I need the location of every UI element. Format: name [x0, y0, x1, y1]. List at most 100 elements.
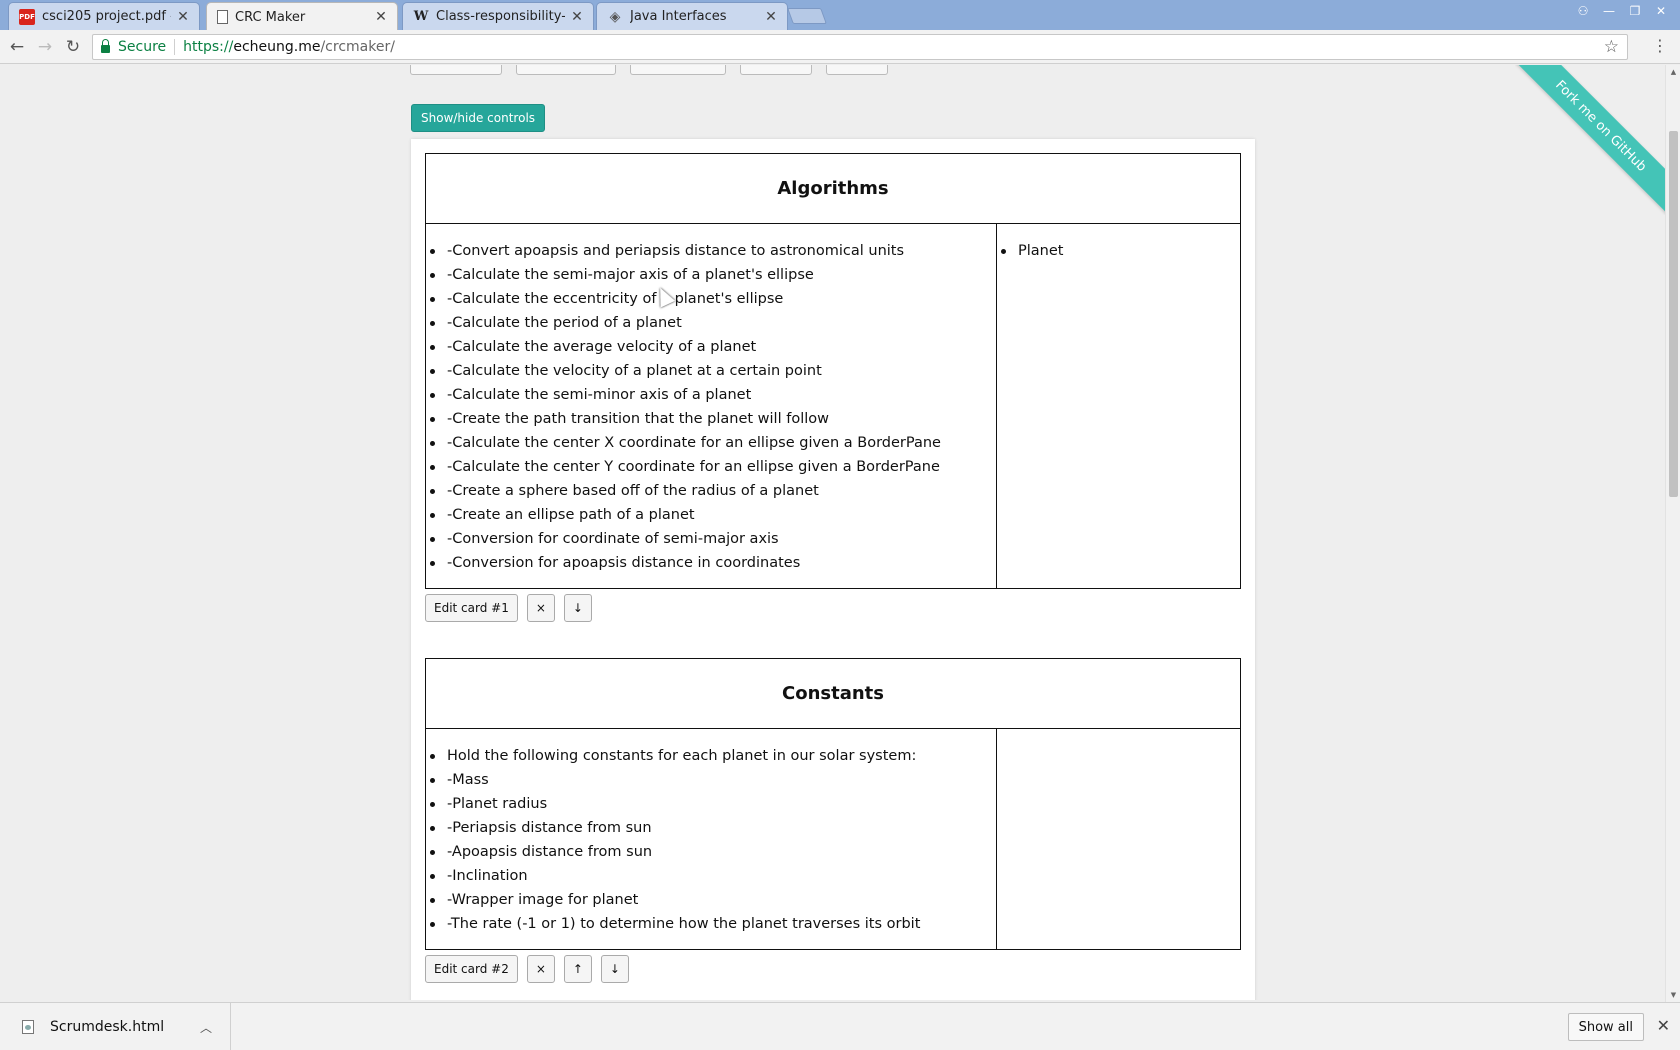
tab-label: Java Interfaces — [630, 9, 727, 24]
page-viewport: Show/hide controls Algorithms -Convert a… — [0, 65, 1665, 1000]
address-bar[interactable]: Secure https:// echeung.me /crcmaker/ ☆ — [92, 34, 1628, 60]
move-down-button[interactable]: ↓ — [563, 594, 592, 622]
window-controls: ⚇ — ❐ ✕ — [1570, 2, 1674, 20]
control-button[interactable] — [630, 65, 726, 75]
collaborators-column: Planet — [997, 224, 1240, 588]
responsibility-item: Hold the following constants for each pl… — [426, 744, 996, 768]
card-actions: Edit card #1 × ↓ — [425, 594, 592, 622]
responsibility-item: -Create the path transition that the pla… — [426, 407, 996, 431]
close-icon[interactable]: ✕ — [569, 9, 585, 25]
crc-card: Constants Hold the following constants f… — [425, 658, 1241, 950]
tab-csci205-project[interactable]: PDF csci205 project.pdf - ✕ — [8, 2, 200, 30]
download-file-name: Scrumdesk.html — [50, 1019, 165, 1035]
control-button[interactable] — [826, 65, 888, 75]
responsibility-item: -Mass — [426, 768, 996, 792]
html-file-icon — [22, 1020, 34, 1034]
fork-on-github-link[interactable]: Fork me on GitHub — [1515, 65, 1665, 215]
tab-java-interfaces[interactable]: ◈ Java Interfaces ✕ — [596, 2, 788, 30]
secure-label: Secure — [118, 39, 167, 55]
delete-card-button[interactable]: × — [526, 594, 555, 622]
responsibilities-column: Hold the following constants for each pl… — [426, 729, 997, 949]
profile-icon[interactable]: ⚇ — [1570, 2, 1596, 20]
close-icon[interactable]: ✕ — [373, 9, 389, 25]
control-button[interactable] — [516, 65, 616, 75]
responsibility-item: -Calculate the velocity of a planet at a… — [426, 359, 996, 383]
edit-card-button[interactable]: Edit card #2 — [425, 955, 518, 983]
chevron-up-icon[interactable]: ︿ — [200, 1019, 212, 1036]
responsibilities-list: Hold the following constants for each pl… — [426, 744, 996, 936]
wikipedia-icon: W — [413, 9, 429, 24]
minimize-icon[interactable]: — — [1596, 2, 1622, 20]
responsibility-item: -Create a sphere based off of the radius… — [426, 479, 996, 503]
java-icon: ◈ — [609, 8, 621, 25]
download-shelf: Scrumdesk.html ︿ Show all ✕ — [0, 1002, 1680, 1050]
responsibility-item: -Conversion for apoapsis distance in coo… — [426, 551, 996, 575]
responsibility-item: -Apoapsis distance from sun — [426, 840, 996, 864]
responsibility-item: -Calculate the center Y coordinate for a… — [426, 455, 996, 479]
github-ribbon[interactable]: Fork me on GitHub — [1515, 65, 1665, 215]
responsibility-item: -Convert apoapsis and periapsis distance… — [426, 239, 996, 263]
responsibility-item: -Periapsis distance from sun — [426, 816, 996, 840]
forward-arrow-icon[interactable]: → — [34, 36, 56, 58]
edit-card-button[interactable]: Edit card #1 — [425, 594, 518, 622]
new-tab-button[interactable] — [787, 8, 827, 24]
responsibility-item: -Calculate the semi-minor axis of a plan… — [426, 383, 996, 407]
responsibility-item: -Calculate the average velocity of a pla… — [426, 335, 996, 359]
close-icon[interactable]: ✕ — [1657, 1016, 1670, 1035]
tab-strip: PDF csci205 project.pdf - ✕ CRC Maker ✕ … — [0, 0, 1680, 31]
tab-class-responsibility[interactable]: W Class-responsibility-c ✕ — [402, 2, 594, 30]
show-all-downloads-button[interactable]: Show all — [1567, 1013, 1644, 1041]
close-window-icon[interactable]: ✕ — [1648, 2, 1674, 20]
move-down-button[interactable]: ↓ — [600, 955, 629, 983]
close-icon[interactable]: ✕ — [175, 9, 191, 25]
responsibilities-column: -Convert apoapsis and periapsis distance… — [426, 224, 997, 588]
document-icon — [217, 10, 228, 24]
controls-row — [410, 65, 902, 75]
collaborators-list: Planet — [997, 239, 1240, 263]
tab-label: Class-responsibility-c — [436, 9, 565, 24]
control-button[interactable] — [410, 65, 502, 75]
card-body: Hold the following constants for each pl… — [426, 729, 1240, 949]
download-item[interactable]: Scrumdesk.html ︿ — [0, 1003, 231, 1050]
responsibility-item: -Calculate the eccentricity of a planet'… — [426, 287, 996, 311]
url-host: echeung.me — [233, 39, 321, 55]
url-scheme: https:// — [183, 39, 234, 55]
card-title: Algorithms — [426, 154, 1240, 224]
bookmark-star-icon[interactable]: ☆ — [1604, 37, 1619, 57]
scroll-down-arrow-icon[interactable]: ▼ — [1666, 988, 1680, 1002]
responsibility-item: -Conversion for coordinate of semi-major… — [426, 527, 996, 551]
pdf-icon: PDF — [19, 8, 35, 25]
responsibility-item: -Inclination — [426, 864, 996, 888]
tab-label: csci205 project.pdf - — [42, 9, 171, 24]
card-body: -Convert apoapsis and periapsis distance… — [426, 224, 1240, 588]
card-title: Constants — [426, 659, 1240, 729]
reload-icon[interactable]: ↻ — [62, 36, 84, 58]
crc-card: Algorithms -Convert apoapsis and periaps… — [425, 153, 1241, 589]
url-path: /crcmaker/ — [320, 39, 395, 55]
scrollbar-thumb[interactable] — [1669, 131, 1678, 497]
omnibox-divider — [174, 39, 176, 55]
responsibility-item: -Planet radius — [426, 792, 996, 816]
menu-dots-icon[interactable]: ⋮ — [1652, 36, 1668, 55]
responsibility-item: -Create an ellipse path of a planet — [426, 503, 996, 527]
back-arrow-icon[interactable]: ← — [6, 36, 28, 58]
collaborators-column — [997, 729, 1240, 949]
close-icon[interactable]: ✕ — [763, 9, 779, 25]
page-scrollbar[interactable]: ▲ ▼ — [1665, 65, 1680, 1002]
card-actions: Edit card #2 × ↑ ↓ — [425, 955, 629, 983]
control-button[interactable] — [740, 65, 812, 75]
collaborator-item: Planet — [997, 239, 1240, 263]
restore-icon[interactable]: ❐ — [1622, 2, 1648, 20]
lock-icon — [101, 39, 110, 53]
responsibility-item: -Calculate the period of a planet — [426, 311, 996, 335]
move-up-button[interactable]: ↑ — [563, 955, 592, 983]
tab-label: CRC Maker — [235, 9, 306, 25]
delete-card-button[interactable]: × — [526, 955, 555, 983]
responsibilities-list: -Convert apoapsis and periapsis distance… — [426, 239, 996, 575]
show-hide-controls-button[interactable]: Show/hide controls — [411, 104, 546, 132]
card-sheet: Algorithms -Convert apoapsis and periaps… — [411, 139, 1255, 1000]
scroll-up-arrow-icon[interactable]: ▲ — [1666, 65, 1680, 79]
responsibility-item: -The rate (-1 or 1) to determine how the… — [426, 912, 996, 936]
tab-crc-maker[interactable]: CRC Maker ✕ — [206, 2, 398, 31]
browser-toolbar: ← → ↻ Secure https:// echeung.me /crcmak… — [0, 30, 1680, 64]
